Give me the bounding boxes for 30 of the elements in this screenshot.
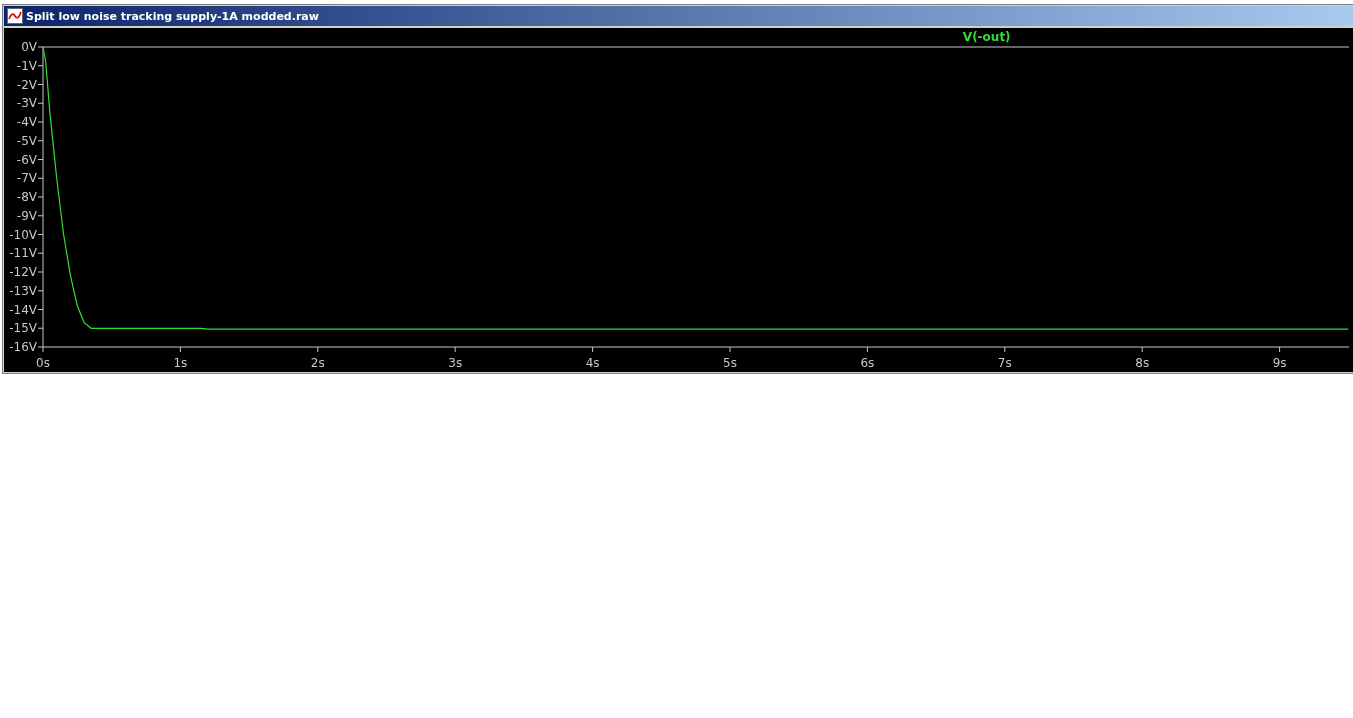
y-tick-label: -15V [9,321,37,336]
y-tick-label: -2V [16,77,37,92]
y-tick-label: 0V [21,40,37,54]
x-tick-label: 3s [448,356,463,370]
y-tick-label: -14V [9,302,37,317]
window-title: Split low noise tracking supply-1A modded.raw [26,9,319,23]
trace-label: V(-out) [962,30,1011,44]
x-tick-label: 1s [173,356,188,370]
x-tick-label: 2s [310,356,325,370]
x-tick-label: 4s [585,356,600,370]
y-tick-label: -11V [9,246,37,261]
y-tick-label: -13V [9,283,37,298]
x-tick-label: 5s [723,356,737,370]
y-tick-label: -8V [16,190,37,204]
waveform-icon [7,8,23,24]
x-tick-label: 9s [1272,356,1287,370]
x-tick-label: 8s [1135,356,1150,370]
y-tick-label: -10V [9,227,37,242]
y-tick-label: -9V [16,208,37,223]
y-tick-label: -4V [16,115,37,129]
y-tick-label: -1V [16,58,37,73]
y-tick-label: -12V [9,265,37,279]
x-tick-label: 0s [36,356,50,370]
y-tick-label: -3V [16,96,37,111]
y-tick-label: -7V [16,171,37,186]
x-tick-label: 7s [997,356,1012,370]
y-tick-label: -16V [9,340,37,354]
x-tick-label: 6s [860,356,875,370]
y-tick-label: -6V [16,152,37,167]
y-tick-label: -5V [16,133,37,148]
